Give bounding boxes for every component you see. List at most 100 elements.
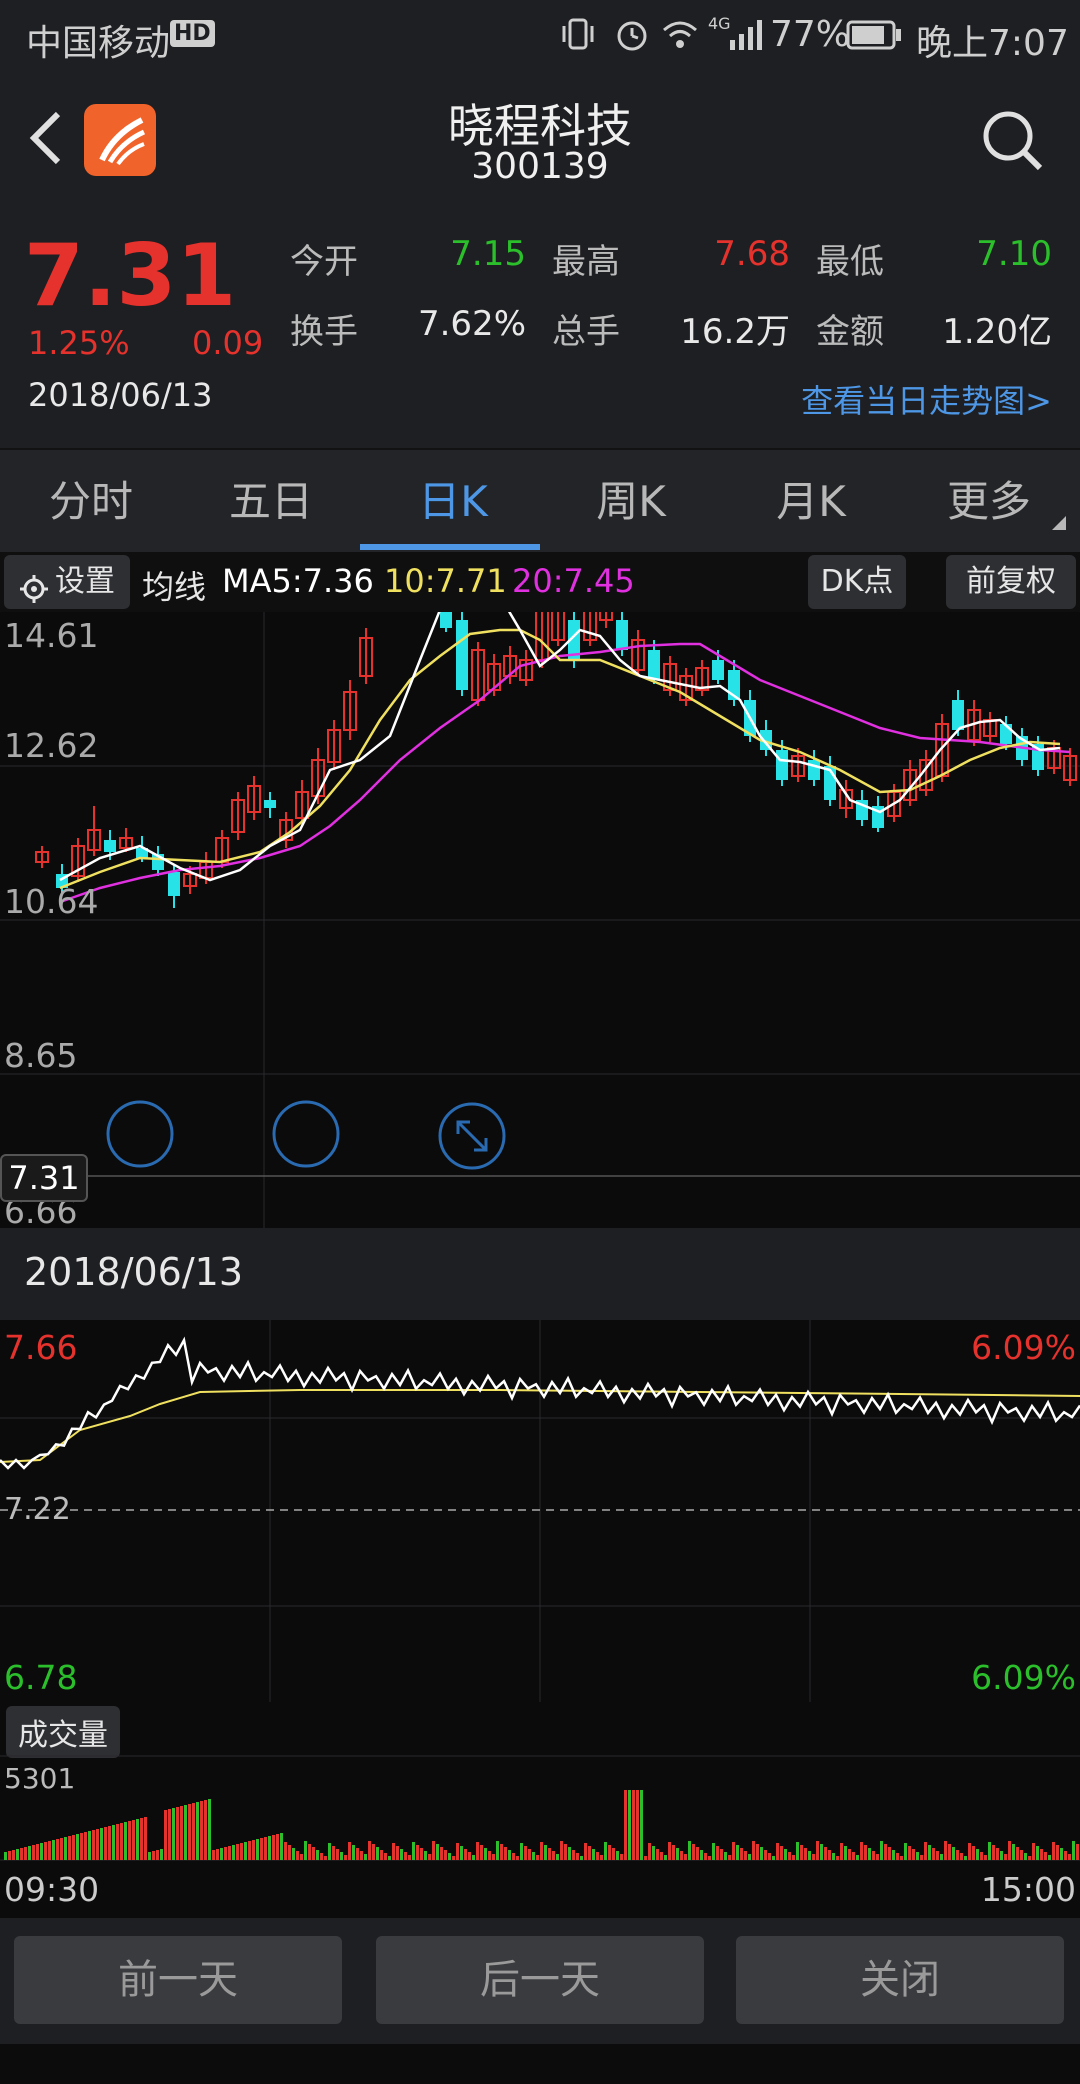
volume-bar (536, 1855, 539, 1860)
y-axis-label: 14.61 (4, 616, 99, 655)
back-icon[interactable] (26, 108, 66, 168)
settings-button[interactable]: 设置 (4, 555, 130, 609)
candle-body (264, 800, 276, 808)
volume-bar (264, 1837, 267, 1860)
volume-bar (932, 1848, 935, 1860)
volume-bar (992, 1845, 995, 1860)
volume-bar (64, 1837, 67, 1860)
volume-bar (500, 1844, 503, 1860)
volume-bar (432, 1841, 435, 1860)
kline-chart[interactable]: 14.61 12.62 10.64 8.65 6.66 7.31 (0, 612, 1080, 1231)
volume-bar (364, 1854, 367, 1860)
volume-bar (380, 1850, 383, 1860)
volume-bar (20, 1848, 23, 1860)
volume-bar (28, 1846, 31, 1860)
tab-intraday[interactable]: 分时 (16, 450, 166, 554)
tab-more[interactable]: 更多 (914, 450, 1064, 554)
volume-bar (876, 1854, 879, 1860)
volume-bar (972, 1846, 975, 1860)
volume-bar (316, 1850, 319, 1860)
volume-bar (720, 1849, 723, 1860)
app-logo (84, 104, 156, 176)
next-day-button[interactable]: 后一天 (376, 1936, 704, 2024)
intraday-date: 2018/06/13 (24, 1250, 244, 1294)
high-label: 最高 (552, 242, 620, 282)
volume-bar (572, 1850, 575, 1860)
volume-bar (108, 1826, 111, 1860)
volume-bar (180, 1806, 183, 1860)
volume-bar (636, 1790, 639, 1860)
volume-bar (588, 1846, 591, 1860)
y-axis-label: 10.64 (4, 882, 99, 921)
volume-bar (60, 1838, 63, 1860)
volume-bar (644, 1856, 647, 1860)
marker-circle[interactable] (106, 1100, 174, 1168)
tab-five-day[interactable]: 五日 (196, 450, 346, 554)
volume-bar (156, 1850, 159, 1860)
volume-bar (284, 1842, 287, 1860)
change-percent: 1.25% (28, 324, 130, 362)
volume-bar (888, 1847, 891, 1860)
intraday-top-pct: 6.09% (971, 1328, 1076, 1367)
intraday-chart[interactable]: 7.66 6.09% 7.22 6.78 6.09% (0, 1320, 1080, 1702)
volume-bar (480, 1845, 483, 1860)
volume-bar (448, 1853, 451, 1860)
volume-bar (792, 1855, 795, 1860)
prev-day-button[interactable]: 前一天 (14, 1936, 342, 2024)
period-tabs: 分时 五日 日K 周K 月K 更多 (0, 448, 1080, 556)
volume-bar (748, 1854, 751, 1860)
change-amount: 0.09 (192, 324, 264, 362)
volume-bar (808, 1851, 811, 1860)
volume-bar (252, 1840, 255, 1860)
volume-bar (968, 1843, 971, 1860)
volume-bar (420, 1848, 423, 1860)
volume-bar (296, 1851, 299, 1860)
y-axis-label: 12.62 (4, 726, 99, 765)
expand-icon[interactable] (438, 1102, 506, 1170)
marker-circle[interactable] (272, 1100, 340, 1168)
volume-bar (744, 1851, 747, 1860)
adjust-button[interactable]: 前复权 (946, 555, 1076, 609)
header: 晓程科技 300139 (0, 72, 1080, 212)
tab-weekly-k[interactable]: 周K (556, 450, 706, 554)
volume-bar (1004, 1854, 1007, 1860)
tab-monthly-k[interactable]: 月K (736, 450, 886, 554)
volume-bar (232, 1845, 235, 1860)
battery-icon (846, 20, 902, 50)
intraday-bottom-pct: 6.09% (971, 1658, 1076, 1697)
volume-bar (408, 1855, 411, 1860)
intraday-mid-price: 7.22 (4, 1492, 71, 1527)
volume-bar (488, 1851, 491, 1860)
volume-bar (36, 1844, 39, 1860)
volume-bar (184, 1805, 187, 1860)
volume-bar (620, 1854, 623, 1860)
volume-bar (356, 1848, 359, 1860)
turnover-value: 7.62% (417, 304, 526, 344)
volume-bar (464, 1849, 467, 1860)
tab-daily-k[interactable]: 日K (378, 450, 528, 554)
volume-bar (24, 1847, 27, 1860)
volume-bar (780, 1846, 783, 1860)
quote-date: 2018/06/13 (28, 376, 213, 414)
volume-bar (72, 1835, 75, 1860)
trend-chart-link[interactable]: 查看当日走势图> (801, 376, 1052, 422)
volume-bar (1056, 1845, 1059, 1860)
candle-body (104, 840, 116, 852)
volume-bar (696, 1847, 699, 1860)
volume-bar (812, 1854, 815, 1860)
volume-bar (836, 1856, 839, 1860)
volume-bar (176, 1807, 179, 1860)
volume-bar (1040, 1849, 1043, 1860)
volume-bar (372, 1844, 375, 1860)
close-button[interactable]: 关闭 (736, 1936, 1064, 2024)
volume-bar (552, 1851, 555, 1860)
current-price-tag: 7.31 (0, 1154, 88, 1202)
volume-bar (96, 1829, 99, 1860)
volume-bar (752, 1841, 755, 1860)
volume-bar (868, 1848, 871, 1860)
search-icon[interactable] (980, 108, 1044, 172)
volume-bar (976, 1849, 979, 1860)
candle-body (712, 660, 724, 680)
dk-point-button[interactable]: DK点 (808, 555, 906, 609)
volume-bar (1020, 1850, 1023, 1860)
